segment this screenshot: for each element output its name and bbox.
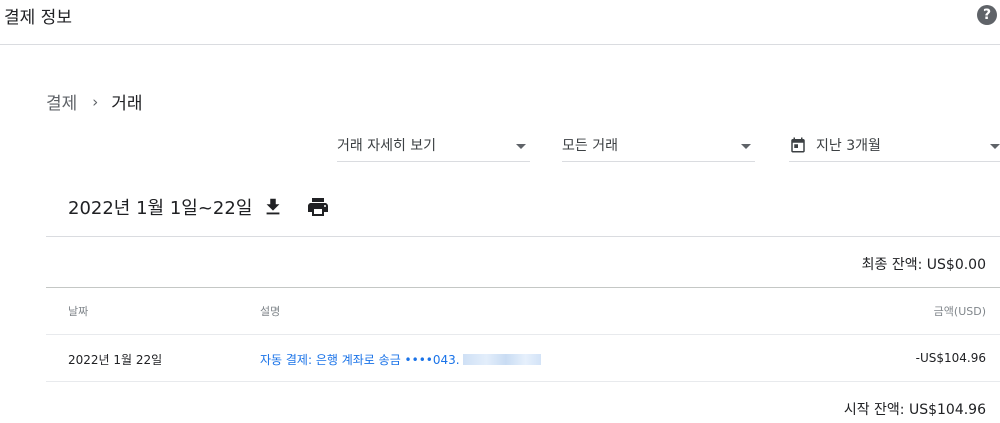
page-title: 결제 정보	[4, 8, 72, 28]
print-button[interactable]	[306, 195, 330, 219]
column-header-description: 설명	[260, 305, 281, 318]
download-icon	[266, 198, 280, 215]
download-button[interactable]	[261, 195, 285, 219]
row-date: 2022년 1월 22일	[68, 353, 163, 367]
print-icon	[308, 198, 328, 216]
header-divider	[0, 44, 1000, 45]
breadcrumb-current: 거래	[111, 94, 143, 114]
section-divider	[46, 236, 1000, 237]
transaction-description: 자동 결제: 은행 계좌로 송금 ••••043.	[260, 353, 460, 367]
redacted-account-number	[462, 354, 541, 365]
table-row-divider	[46, 381, 1000, 382]
table-top-divider	[46, 287, 1000, 288]
caret-down-icon	[516, 144, 526, 149]
caret-down-icon	[741, 144, 751, 149]
row-amount: -US$104.96	[915, 351, 986, 365]
date-range-value: 지난 3개월	[816, 138, 881, 154]
view-select-value: 거래 자세히 보기	[337, 138, 437, 154]
ending-balance: 최종 잔액: US$0.00	[861, 257, 986, 273]
breadcrumb-parent-link[interactable]: 결제	[46, 89, 77, 114]
date-range-select[interactable]: 지난 3개월	[789, 129, 1000, 162]
help-icon[interactable]: ?	[977, 5, 997, 25]
date-range-title: 2022년 1월 1일~22일	[68, 198, 253, 219]
transaction-type-value: 모든 거래	[562, 138, 618, 154]
transaction-description-link[interactable]: 자동 결제: 은행 계좌로 송금 ••••043.	[260, 351, 541, 368]
breadcrumb: 결제 › 거래	[46, 89, 143, 115]
column-header-date: 날짜	[68, 305, 89, 318]
column-header-amount: 금액(USD)	[933, 305, 986, 318]
calendar-icon	[791, 137, 805, 153]
caret-down-icon	[990, 144, 1000, 149]
table-header-divider	[46, 334, 1000, 335]
starting-balance: 시작 잔액: US$104.96	[843, 402, 986, 418]
view-select[interactable]: 거래 자세히 보기	[337, 129, 530, 162]
breadcrumb-separator: ›	[92, 92, 99, 111]
transaction-type-select[interactable]: 모든 거래	[562, 129, 755, 162]
